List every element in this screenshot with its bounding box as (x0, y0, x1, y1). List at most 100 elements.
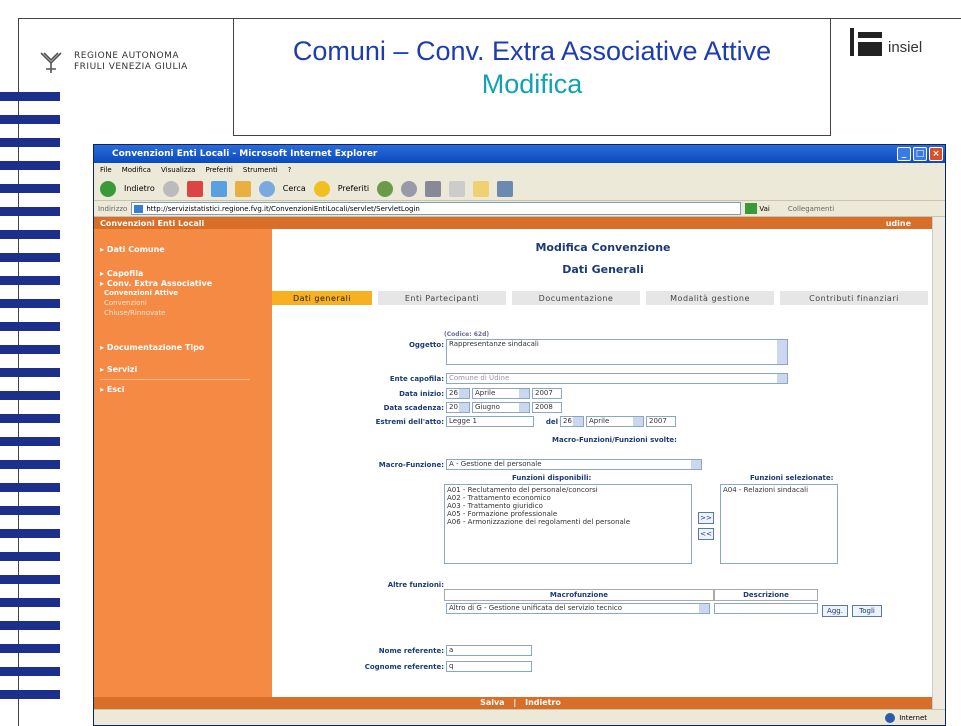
go-label: Vai (759, 204, 770, 213)
sidebar-item-conv-extra[interactable]: ▸ Conv. Extra Associative (100, 279, 212, 288)
chevron-down-icon (573, 417, 583, 426)
logo-line-2: FRIULI VENEZIA GIULIA (74, 62, 188, 72)
list-item[interactable]: A05 - Formazione professionale (447, 510, 689, 518)
maximize-button[interactable]: □ (913, 147, 927, 161)
estremi-input[interactable]: Legge 1 (446, 416, 534, 427)
folder-icon[interactable] (473, 180, 490, 197)
estremi-day[interactable]: 26 (560, 416, 584, 427)
add-altre-button[interactable]: Agg. (822, 605, 848, 617)
data-inizio-month[interactable]: Aprile (472, 388, 530, 399)
estremi-year[interactable]: 2007 (646, 416, 676, 427)
sidebar-item-convenzioni[interactable]: Convenzioni (104, 299, 147, 307)
print-icon[interactable] (425, 180, 442, 197)
menu-preferiti[interactable]: Preferiti (205, 166, 232, 174)
messenger-icon[interactable] (497, 180, 514, 197)
sidebar-item-esci[interactable]: ▸ Esci (100, 385, 125, 394)
ente-select[interactable]: Comune di Udine (446, 373, 788, 384)
list-item[interactable]: A03 - Trattamento giuridico (447, 502, 689, 510)
address-input[interactable]: http://servizistatistici.regione.fvg.it/… (131, 202, 742, 215)
history-icon[interactable] (377, 180, 394, 197)
add-function-button[interactable]: >> (698, 512, 714, 524)
stop-icon[interactable] (186, 180, 203, 197)
disponibili-heading: Funzioni disponibili: (512, 474, 592, 482)
altre-macro-select[interactable]: Altro di G - Gestione unificata del serv… (446, 603, 710, 614)
menu-help[interactable]: ? (288, 166, 292, 174)
decorative-stripes (0, 92, 60, 726)
save-link[interactable]: Salva (480, 698, 505, 707)
tab-dati-generali[interactable]: Dati generali (272, 291, 372, 305)
data-scadenza-day[interactable]: 20 (446, 402, 470, 413)
altre-descrizione-input[interactable] (714, 603, 818, 614)
back-link[interactable]: Indietro (525, 698, 561, 707)
menu-file[interactable]: File (100, 166, 112, 174)
ente-label: Ente capofila: (389, 375, 444, 383)
slide-title-box: Comuni – Conv. Extra Associative Attive … (233, 18, 831, 136)
oggetto-textarea[interactable]: Rappresentanze sindacali (446, 339, 788, 365)
sidebar-item-doc-tipo[interactable]: ▸ Documentazione Tipo (100, 343, 204, 352)
altre-label: Altre funzioni: (387, 581, 444, 589)
selezionate-list[interactable]: A04 - Relazioni sindacali (720, 484, 838, 564)
browser-menubar: File Modifica Visualizza Preferiti Strum… (94, 163, 945, 177)
refresh-icon[interactable] (210, 180, 227, 197)
cognome-input[interactable]: q (446, 661, 532, 672)
sidebar-item-servizi[interactable]: ▸ Servizi (100, 365, 137, 374)
data-inizio-year[interactable]: 2007 (532, 388, 562, 399)
favorites-label[interactable]: Preferiti (338, 184, 369, 193)
status-zone: Internet (899, 713, 927, 722)
estremi-month[interactable]: Aprile (586, 416, 644, 427)
menu-modifica[interactable]: Modifica (122, 166, 151, 174)
macro-select[interactable]: A - Gestione del personale (446, 459, 702, 470)
minimize-button[interactable]: _ (897, 147, 911, 161)
sidebar-item-chiuse[interactable]: Chiuse/Rinnovate (104, 309, 165, 317)
sidebar-item-capofila[interactable]: ▸ Capofila (100, 269, 143, 278)
home-icon[interactable] (234, 180, 251, 197)
go-arrow-icon (745, 203, 758, 214)
menu-visualizza[interactable]: Visualizza (161, 166, 195, 174)
oggetto-label: Oggetto: (408, 341, 444, 349)
search-label[interactable]: Cerca (283, 184, 306, 193)
list-item[interactable]: A01 - Reclutamento del personale/concors… (447, 486, 689, 494)
codice-note: (Codice: 62d) (444, 331, 490, 338)
page-scrollbar[interactable] (932, 217, 945, 709)
app-title: Convenzioni Enti Locali (100, 218, 205, 228)
macro-heading: Macro-Funzioni/Funzioni svolte: (552, 436, 677, 444)
estremi-label: Estremi dell'atto: (375, 418, 444, 426)
tab-contributi[interactable]: Contributi finanziari (780, 291, 928, 305)
links-label[interactable]: Collegamenti (788, 205, 834, 213)
back-icon[interactable] (100, 180, 116, 197)
remove-altre-button[interactable]: Togli (852, 605, 882, 617)
address-label: Indirizzo (98, 204, 128, 213)
edit-icon[interactable] (449, 180, 466, 197)
search-icon[interactable] (258, 180, 275, 197)
list-item[interactable]: A06 - Armonizzazione dei regolamenti del… (447, 518, 689, 526)
data-inizio-day[interactable]: 26 (446, 388, 470, 399)
disponibili-list[interactable]: A01 - Reclutamento del personale/concors… (444, 484, 692, 564)
macro-label: Macro-Funzione: (378, 461, 444, 469)
forward-icon[interactable] (162, 180, 179, 197)
status-bar: Internet (94, 709, 945, 725)
tab-documentazione[interactable]: Documentazione (512, 291, 640, 305)
list-item[interactable]: A04 - Relazioni sindacali (723, 486, 835, 494)
slide-subtitle: Modifica (481, 69, 583, 99)
data-scadenza-year[interactable]: 2008 (532, 402, 562, 413)
menu-strumenti[interactable]: Strumenti (243, 166, 278, 174)
sidebar-item-dati-comune[interactable]: ▸ Dati Comune (100, 245, 165, 254)
web-page: Convenzioni Enti Locali udine ▸ Dati Com… (94, 217, 945, 709)
go-button[interactable]: Vai (745, 203, 770, 214)
close-button[interactable]: × (929, 147, 943, 161)
list-item[interactable]: A02 - Trattamento economico (447, 494, 689, 502)
nome-input[interactable]: a (446, 645, 532, 656)
sidebar-item-attive[interactable]: Convenzioni Attive (104, 289, 178, 297)
page-subheading: Dati Generali (562, 263, 644, 276)
oggetto-scrollbar[interactable] (777, 340, 787, 364)
chevron-down-icon (519, 403, 529, 412)
back-label[interactable]: Indietro (124, 184, 155, 193)
col-macrofunzione: Macrofunzione (444, 589, 714, 601)
page-heading: Modifica Convenzione (535, 241, 671, 254)
tab-enti-partecipanti[interactable]: Enti Partecipanti (378, 291, 506, 305)
mail-icon[interactable] (401, 180, 418, 197)
remove-function-button[interactable]: << (698, 528, 714, 540)
favorites-star-icon[interactable] (313, 180, 330, 197)
tab-modalita-gestione[interactable]: Modalità gestione (646, 291, 774, 305)
data-scadenza-month[interactable]: Giugno (472, 402, 530, 413)
